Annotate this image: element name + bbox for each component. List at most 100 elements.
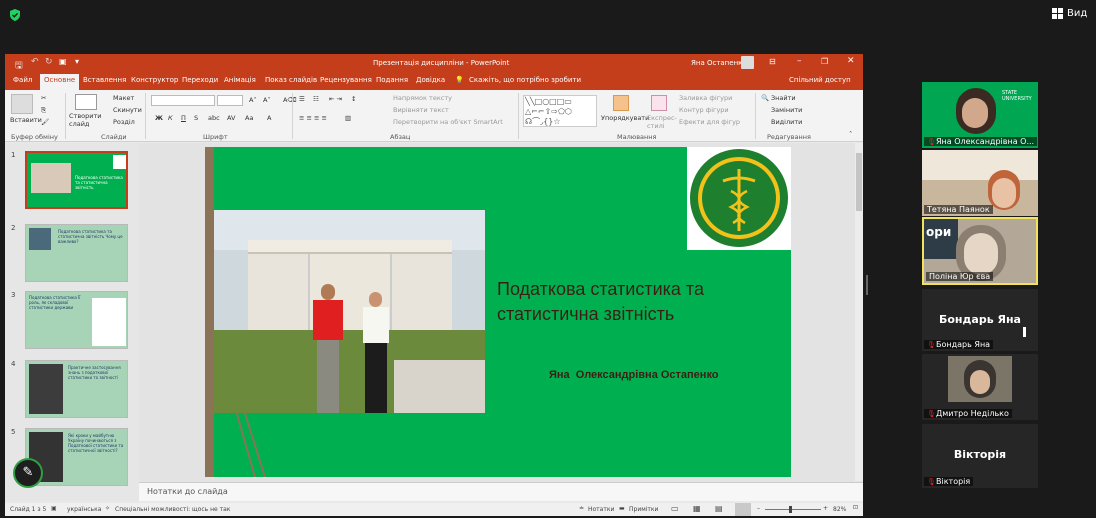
align-icons[interactable]: ≡ ≡ ≡ ≡ (299, 114, 327, 122)
scrollbar-thumb[interactable] (856, 153, 862, 211)
quick-styles-icon[interactable] (651, 95, 667, 111)
italic-button[interactable]: К (168, 114, 173, 122)
panel-resize-handle[interactable] (866, 275, 868, 295)
new-slide-icon[interactable] (75, 94, 97, 110)
slideshow-view-button[interactable] (735, 503, 751, 516)
zoom-out-icon[interactable]: – (757, 505, 760, 512)
zoom-slider-handle[interactable] (789, 506, 792, 513)
normal-view-icon[interactable]: ▭ (671, 504, 679, 513)
thumbnail-slide-4[interactable]: Практичне застосування знань з податково… (25, 360, 128, 418)
font-name-combobox[interactable] (151, 95, 215, 106)
collapse-ribbon-icon[interactable]: ˄ (849, 130, 852, 138)
clear-format-icon[interactable]: A⌫ (283, 96, 297, 104)
accessibility-status[interactable]: Спеціальні можливості: щось не так (115, 506, 230, 513)
reading-view-icon[interactable]: ▤ (715, 504, 723, 513)
participant-tile[interactable]: 🎙 Дмитро Неділько (922, 354, 1038, 420)
paste-button[interactable]: Вставити (10, 116, 42, 124)
tab-animations[interactable]: Анімація (224, 76, 256, 84)
participant-tile[interactable]: Бондарь Яна 🎙 Бондарь Яна (922, 289, 1038, 351)
arrange-icon[interactable] (613, 95, 629, 111)
tab-insert[interactable]: Вставлення (83, 76, 126, 84)
shape-fill-button[interactable]: Заливка фігури (679, 94, 732, 102)
text-direction-button[interactable]: Напрямок тексту (393, 94, 452, 102)
grow-font-icon[interactable]: A˄ (249, 96, 257, 104)
zoom-in-icon[interactable]: + (823, 505, 828, 512)
vertical-scrollbar[interactable] (855, 143, 863, 481)
tell-me-search[interactable]: Скажіть, що потрібно зробити (469, 76, 581, 84)
section-button[interactable]: Розділ (113, 118, 135, 126)
ribbon-display-options-icon[interactable]: ⊟ (769, 57, 776, 66)
participant-tile[interactable]: STATE UNIVERSITY 🎙 Яна Олександрівна О... (922, 82, 1038, 148)
current-slide[interactable]: Податкова статистика та статистична звіт… (205, 147, 791, 477)
minimize-icon[interactable]: – (797, 56, 802, 66)
replace-button[interactable]: Замінити (771, 106, 802, 114)
view-button[interactable]: Вид (1052, 8, 1087, 19)
tab-design[interactable]: Конструктор (131, 76, 178, 84)
user-avatar[interactable] (741, 56, 754, 69)
slide-author[interactable]: Яна Олександрівна Остапенко (549, 369, 719, 381)
participant-tile[interactable]: Вікторія 🎙 Вікторія (922, 424, 1038, 488)
format-painter-icon[interactable]: 🖌 (41, 118, 49, 126)
thumbnail-slide-3[interactable]: Податкова статистика Її роль, як складов… (25, 291, 128, 349)
signed-in-user[interactable]: Яна Остапенко (691, 59, 747, 67)
thumbnail-slide-2[interactable]: Податкова статистика та статистична звіт… (25, 224, 128, 282)
columns-icon[interactable]: ▥ (345, 114, 351, 122)
shapes-gallery[interactable]: ╲╲□○□□▭ △⌐⌐⇧⇨⬠⬡ ☊⌒◞{}☆ (523, 95, 597, 127)
comments-toggle[interactable]: Примітки (629, 506, 658, 513)
tab-slideshow[interactable]: Показ слайдів (265, 76, 317, 84)
tab-transitions[interactable]: Переходи (182, 76, 218, 84)
tab-help[interactable]: Довідка (416, 76, 445, 84)
quick-styles-button[interactable]: Експрес-стилі (647, 114, 677, 130)
language-indicator[interactable]: українська (67, 506, 101, 513)
numbering-icon[interactable]: ☷ (313, 95, 319, 103)
close-icon[interactable]: ✕ (847, 56, 855, 66)
reset-button[interactable]: Скинути (113, 106, 142, 114)
select-button[interactable]: Виділити (771, 118, 802, 126)
shrink-font-icon[interactable]: A˅ (263, 96, 271, 104)
security-shield-icon[interactable] (8, 8, 22, 22)
redo-icon[interactable]: ↻ (45, 57, 53, 67)
fit-to-window-icon[interactable]: ⊡ (853, 504, 858, 511)
char-spacing-icon[interactable]: AV (227, 114, 235, 122)
participant-tile[interactable]: Тетяна Паянок (922, 150, 1038, 216)
underline-button[interactable]: П (181, 114, 186, 122)
cut-icon[interactable]: ✂ (41, 94, 46, 102)
indent-icons[interactable]: ⇤ ⇥ (329, 95, 342, 103)
smartart-button[interactable]: Перетворити на об'єкт SmartArt (393, 118, 503, 126)
paste-icon[interactable] (11, 94, 33, 114)
align-text-button[interactable]: Вирівняти текст (393, 106, 449, 114)
annotate-pen-icon[interactable]: ✎ (13, 458, 43, 488)
slide-title[interactable]: Податкова статистика та статистична звіт… (497, 277, 777, 327)
tab-home[interactable]: Основне (40, 74, 80, 90)
font-color-icon[interactable]: A (267, 114, 271, 122)
zoom-slider[interactable] (765, 506, 821, 513)
share-button[interactable]: Спільний доступ (789, 76, 851, 84)
layout-button[interactable]: Макет (113, 94, 134, 102)
slide-sorter-icon[interactable]: ▦ (693, 504, 701, 513)
shape-effects-button[interactable]: Ефекти для фігур (679, 118, 740, 126)
copy-icon[interactable]: ⎘ (41, 106, 46, 115)
zoom-level[interactable]: 82% (833, 506, 846, 513)
restore-icon[interactable]: ❐ (821, 57, 828, 66)
strikethrough-icon[interactable]: abc (208, 114, 220, 122)
bold-button[interactable]: Ж (155, 114, 163, 122)
find-button[interactable]: Знайти (771, 94, 796, 102)
arrange-button[interactable]: Упорядкувати (601, 114, 649, 122)
line-spacing-icon[interactable]: ↕ (351, 95, 356, 103)
bullets-icon[interactable]: ☰ (299, 95, 305, 103)
new-slide-button[interactable]: Створити слайд (69, 112, 103, 128)
undo-icon[interactable]: ↶ (31, 57, 39, 67)
notes-pane[interactable]: Нотатки до слайда (139, 482, 863, 501)
participant-tile-active-speaker[interactable]: ори Поліна Юр єва (922, 217, 1038, 285)
quick-access-dropdown-icon[interactable]: ▾ (75, 57, 79, 66)
tab-review[interactable]: Рецензування (320, 76, 372, 84)
tab-view[interactable]: Подання (376, 76, 408, 84)
font-size-combobox[interactable] (217, 95, 243, 106)
tab-file[interactable]: Файл (13, 76, 32, 84)
shadow-button[interactable]: S (194, 114, 198, 122)
notes-toggle[interactable]: Нотатки (588, 506, 614, 513)
change-case-icon[interactable]: Aa (245, 114, 253, 122)
spellcheck-icon[interactable]: ▣ (51, 505, 57, 512)
thumbnail-slide-1[interactable]: Податкова статистика та статистична звіт… (25, 151, 128, 209)
shape-outline-button[interactable]: Контур фігури (679, 106, 729, 114)
